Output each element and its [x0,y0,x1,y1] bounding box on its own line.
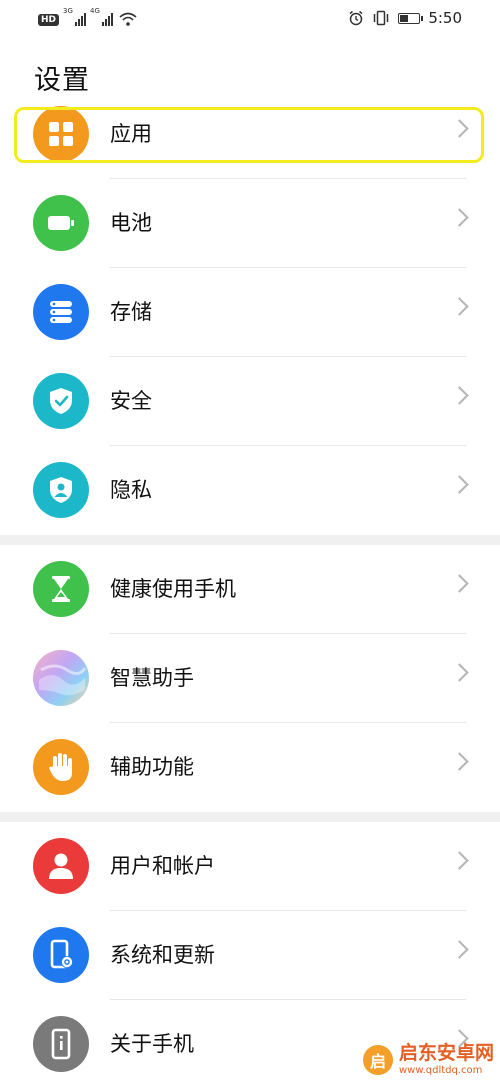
section-gap [0,535,500,545]
shield-check-icon [33,373,89,429]
battery-icon [398,12,424,24]
signal-4g-icon: 4G [90,7,114,26]
chevron-right-icon [450,386,469,405]
chevron-right-icon [450,574,469,593]
smart-assistant-icon [33,650,89,706]
settings-item-label: 隐私 [110,478,152,502]
vibrate-icon [374,10,389,26]
network-4g-label: 4G [90,7,100,15]
watermark-title: 启东安卓网 [398,1042,494,1064]
settings-item-label: 健康使用手机 [110,577,236,601]
chevron-right-icon [450,663,469,682]
chevron-right-icon [450,208,469,227]
settings-item-label: 电池 [110,211,152,235]
section-gap [0,812,500,822]
settings-item-accessibility[interactable]: 辅助功能 [0,723,500,812]
settings-item-label: 关于手机 [110,1032,194,1056]
watermark-logo: 启 [362,1045,393,1075]
settings-item-label: 安全 [110,389,152,413]
settings-item-system-update[interactable]: 系统和更新 [0,911,500,1000]
signal-3g-icon: 3G [63,7,87,26]
network-3g-label: 3G [63,7,73,15]
status-bar-left: HD 3G 4G [38,7,137,26]
user-icon [33,838,89,894]
settings-item-label: 系统和更新 [110,943,215,967]
storage-icon [33,284,89,340]
highlight-box [14,107,484,163]
wifi-icon [119,12,137,26]
chevron-right-icon [450,475,469,494]
settings-item-battery[interactable]: 电池 [0,179,500,268]
settings-item-label: 智慧助手 [110,666,194,690]
settings-item-storage[interactable]: 存储 [0,268,500,357]
chevron-right-icon [450,851,469,870]
status-bar-right: 5:50 [348,9,462,27]
alarm-icon [349,10,363,26]
phone-gear-icon [33,927,89,983]
privacy-shield-icon [33,462,89,518]
chevron-right-icon [450,940,469,959]
watermark-text: 启东安卓网 www.qdltdq.com [399,1044,494,1076]
watermark-url: www.qdltdq.com [398,1065,483,1076]
watermark: 启 启东安卓网 www.qdltdq.com [362,1044,494,1076]
settings-item-security[interactable]: 安全 [0,357,500,446]
settings-list: 应用 电池 存储 安全 隐私 健康使用手机 智慧助手 辅助功能 用户和帐户 系统… [0,90,500,1089]
settings-item-label: 用户和帐户 [110,854,215,878]
status-time: 5:50 [428,9,462,27]
hourglass-icon [33,561,89,617]
settings-item-privacy[interactable]: 隐私 [0,446,500,535]
settings-item-label: 存储 [110,300,152,324]
hand-icon [33,739,89,795]
chevron-right-icon [450,752,469,771]
settings-item-users-accounts[interactable]: 用户和帐户 [0,822,500,911]
settings-item-label: 辅助功能 [110,755,194,779]
battery-icon [33,195,89,251]
hd-badge: HD [38,14,60,26]
chevron-right-icon [450,297,469,316]
phone-info-icon [33,1016,89,1072]
settings-item-smart-assistant[interactable]: 智慧助手 [0,634,500,723]
settings-item-digital-balance[interactable]: 健康使用手机 [0,545,500,634]
status-bar: HD 3G 4G 5:50 [0,0,500,40]
